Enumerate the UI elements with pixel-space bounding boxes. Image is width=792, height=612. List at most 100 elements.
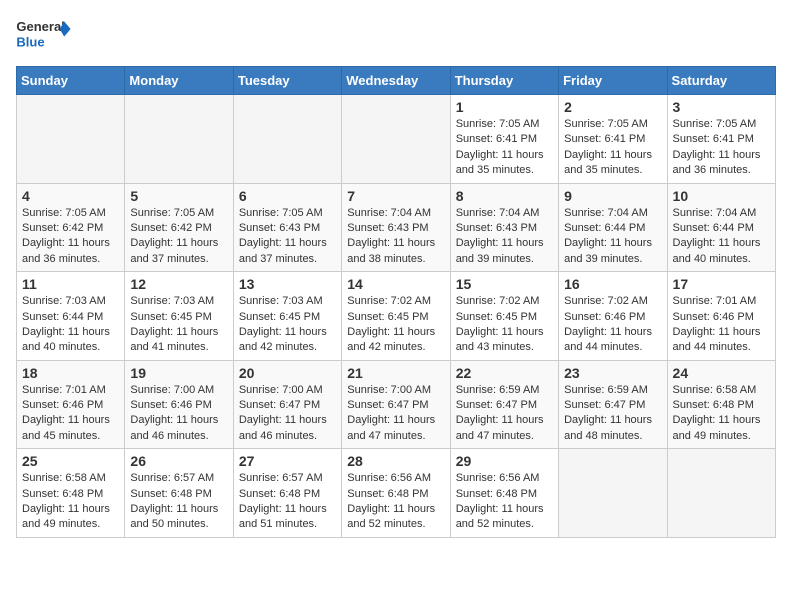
calendar-cell (559, 449, 667, 538)
day-info: Sunrise: 7:00 AM Sunset: 6:46 PM Dayligh… (130, 383, 227, 445)
day-number: 5 (130, 188, 227, 204)
day-number: 11 (22, 276, 119, 292)
day-number: 4 (22, 188, 119, 204)
day-number: 22 (456, 365, 553, 381)
calendar-cell: 29Sunrise: 6:56 AM Sunset: 6:48 PM Dayli… (450, 449, 558, 538)
day-info: Sunrise: 6:59 AM Sunset: 6:47 PM Dayligh… (456, 383, 553, 445)
calendar-cell: 1 Sunrise: 7:05 AM Sunset: 6:41 PM Daylig… (450, 95, 558, 184)
calendar-cell (667, 449, 775, 538)
calendar-cell: 22 Sunrise: 6:59 AM Sunset: 6:47 PM Dayli… (450, 360, 558, 449)
calendar-cell: 12 Sunrise: 7:03 AM Sunset: 6:45 PM Dayli… (125, 272, 233, 361)
day-info: Sunrise: 6:58 AM Sunset: 6:48 PM Dayligh… (22, 471, 119, 533)
day-info: Sunrise: 7:05 AM Sunset: 6:41 PM Dayligh… (456, 117, 553, 179)
calendar-cell: 5 Sunrise: 7:05 AM Sunset: 6:42 PM Daylig… (125, 183, 233, 272)
day-number: 7 (347, 188, 444, 204)
calendar-cell: 27 Sunrise: 6:57 AM Sunset: 6:48 PM Dayli… (233, 449, 341, 538)
day-number: 6 (239, 188, 336, 204)
calendar-cell (233, 95, 341, 184)
day-number: 28 (347, 453, 444, 469)
day-info: Sunrise: 7:02 AM Sunset: 6:45 PM Dayligh… (347, 294, 444, 356)
day-number: 2 (564, 99, 661, 115)
day-number: 14 (347, 276, 444, 292)
weekday-header: Wednesday (342, 67, 450, 95)
calendar-cell: 19 Sunrise: 7:00 AM Sunset: 6:46 PM Dayli… (125, 360, 233, 449)
weekday-header: Friday (559, 67, 667, 95)
day-info: Sunrise: 7:05 AM Sunset: 6:41 PM Dayligh… (673, 117, 770, 179)
day-info: Sunrise: 7:01 AM Sunset: 6:46 PM Dayligh… (22, 383, 119, 445)
calendar-cell: 13 Sunrise: 7:03 AM Sunset: 6:45 PM Dayli… (233, 272, 341, 361)
day-number: 24 (673, 365, 770, 381)
calendar-cell: 10Sunrise: 7:04 AM Sunset: 6:44 PM Dayli… (667, 183, 775, 272)
day-number: 9 (564, 188, 661, 204)
day-info: Sunrise: 7:03 AM Sunset: 6:45 PM Dayligh… (130, 294, 227, 356)
day-info: Sunrise: 7:05 AM Sunset: 6:42 PM Dayligh… (130, 206, 227, 268)
calendar-table: SundayMondayTuesdayWednesdayThursdayFrid… (16, 66, 776, 538)
calendar-cell: 11 Sunrise: 7:03 AM Sunset: 6:44 PM Dayli… (17, 272, 125, 361)
day-number: 3 (673, 99, 770, 115)
calendar-cell (125, 95, 233, 184)
calendar-cell: 6 Sunrise: 7:05 AM Sunset: 6:43 PM Daylig… (233, 183, 341, 272)
day-number: 1 (456, 99, 553, 115)
weekday-header: Tuesday (233, 67, 341, 95)
calendar-cell: 18 Sunrise: 7:01 AM Sunset: 6:46 PM Dayli… (17, 360, 125, 449)
weekday-header: Saturday (667, 67, 775, 95)
calendar-week-row: 18 Sunrise: 7:01 AM Sunset: 6:46 PM Dayli… (17, 360, 776, 449)
day-number: 10 (673, 188, 770, 204)
day-number: 18 (22, 365, 119, 381)
day-number: 15 (456, 276, 553, 292)
day-number: 27 (239, 453, 336, 469)
calendar-cell: 15 Sunrise: 7:02 AM Sunset: 6:45 PM Dayli… (450, 272, 558, 361)
calendar-cell: 21Sunrise: 7:00 AM Sunset: 6:47 PM Dayli… (342, 360, 450, 449)
day-number: 29 (456, 453, 553, 469)
calendar-cell: 24 Sunrise: 6:58 AM Sunset: 6:48 PM Dayli… (667, 360, 775, 449)
calendar-week-row: 4 Sunrise: 7:05 AM Sunset: 6:42 PM Daylig… (17, 183, 776, 272)
day-info: Sunrise: 7:00 AM Sunset: 6:47 PM Dayligh… (239, 383, 336, 445)
weekday-header: Thursday (450, 67, 558, 95)
calendar-cell: 26 Sunrise: 6:57 AM Sunset: 6:48 PM Dayli… (125, 449, 233, 538)
calendar-cell: 23Sunrise: 6:59 AM Sunset: 6:47 PM Dayli… (559, 360, 667, 449)
day-info: Sunrise: 7:04 AM Sunset: 6:43 PM Dayligh… (456, 206, 553, 268)
day-info: Sunrise: 7:03 AM Sunset: 6:44 PM Dayligh… (22, 294, 119, 356)
day-info: Sunrise: 6:57 AM Sunset: 6:48 PM Dayligh… (239, 471, 336, 533)
day-info: Sunrise: 7:05 AM Sunset: 6:42 PM Dayligh… (22, 206, 119, 268)
calendar-cell (17, 95, 125, 184)
day-info: Sunrise: 7:00 AM Sunset: 6:47 PM Dayligh… (347, 383, 444, 445)
day-info: Sunrise: 6:59 AM Sunset: 6:47 PM Dayligh… (564, 383, 661, 445)
day-number: 13 (239, 276, 336, 292)
calendar-week-row: 1 Sunrise: 7:05 AM Sunset: 6:41 PM Daylig… (17, 95, 776, 184)
day-number: 8 (456, 188, 553, 204)
day-number: 12 (130, 276, 227, 292)
day-number: 20 (239, 365, 336, 381)
day-number: 16 (564, 276, 661, 292)
day-number: 19 (130, 365, 227, 381)
day-info: Sunrise: 7:01 AM Sunset: 6:46 PM Dayligh… (673, 294, 770, 356)
calendar-cell: 4 Sunrise: 7:05 AM Sunset: 6:42 PM Daylig… (17, 183, 125, 272)
calendar-cell: 25 Sunrise: 6:58 AM Sunset: 6:48 PM Dayli… (17, 449, 125, 538)
day-number: 26 (130, 453, 227, 469)
weekday-header: Monday (125, 67, 233, 95)
day-info: Sunrise: 6:58 AM Sunset: 6:48 PM Dayligh… (673, 383, 770, 445)
calendar-cell: 20 Sunrise: 7:00 AM Sunset: 6:47 PM Dayli… (233, 360, 341, 449)
calendar-cell: 17 Sunrise: 7:01 AM Sunset: 6:46 PM Dayli… (667, 272, 775, 361)
calendar-cell: 9Sunrise: 7:04 AM Sunset: 6:44 PM Daylig… (559, 183, 667, 272)
page-header: General Blue (16, 16, 776, 54)
day-info: Sunrise: 7:03 AM Sunset: 6:45 PM Dayligh… (239, 294, 336, 356)
logo-icon: General Blue (16, 16, 71, 54)
day-info: Sunrise: 7:02 AM Sunset: 6:45 PM Dayligh… (456, 294, 553, 356)
calendar-week-row: 11 Sunrise: 7:03 AM Sunset: 6:44 PM Dayli… (17, 272, 776, 361)
day-info: Sunrise: 6:57 AM Sunset: 6:48 PM Dayligh… (130, 471, 227, 533)
calendar-week-row: 25 Sunrise: 6:58 AM Sunset: 6:48 PM Dayli… (17, 449, 776, 538)
day-info: Sunrise: 7:05 AM Sunset: 6:43 PM Dayligh… (239, 206, 336, 268)
logo: General Blue (16, 16, 71, 54)
day-number: 25 (22, 453, 119, 469)
svg-text:Blue: Blue (16, 34, 44, 49)
calendar-cell: 28Sunrise: 6:56 AM Sunset: 6:48 PM Dayli… (342, 449, 450, 538)
day-info: Sunrise: 7:04 AM Sunset: 6:43 PM Dayligh… (347, 206, 444, 268)
calendar-cell: 3 Sunrise: 7:05 AM Sunset: 6:41 PM Daylig… (667, 95, 775, 184)
day-info: Sunrise: 7:05 AM Sunset: 6:41 PM Dayligh… (564, 117, 661, 179)
day-info: Sunrise: 7:02 AM Sunset: 6:46 PM Dayligh… (564, 294, 661, 356)
calendar-cell: 8 Sunrise: 7:04 AM Sunset: 6:43 PM Daylig… (450, 183, 558, 272)
calendar-cell: 14 Sunrise: 7:02 AM Sunset: 6:45 PM Dayli… (342, 272, 450, 361)
day-number: 17 (673, 276, 770, 292)
calendar-cell: 2 Sunrise: 7:05 AM Sunset: 6:41 PM Daylig… (559, 95, 667, 184)
